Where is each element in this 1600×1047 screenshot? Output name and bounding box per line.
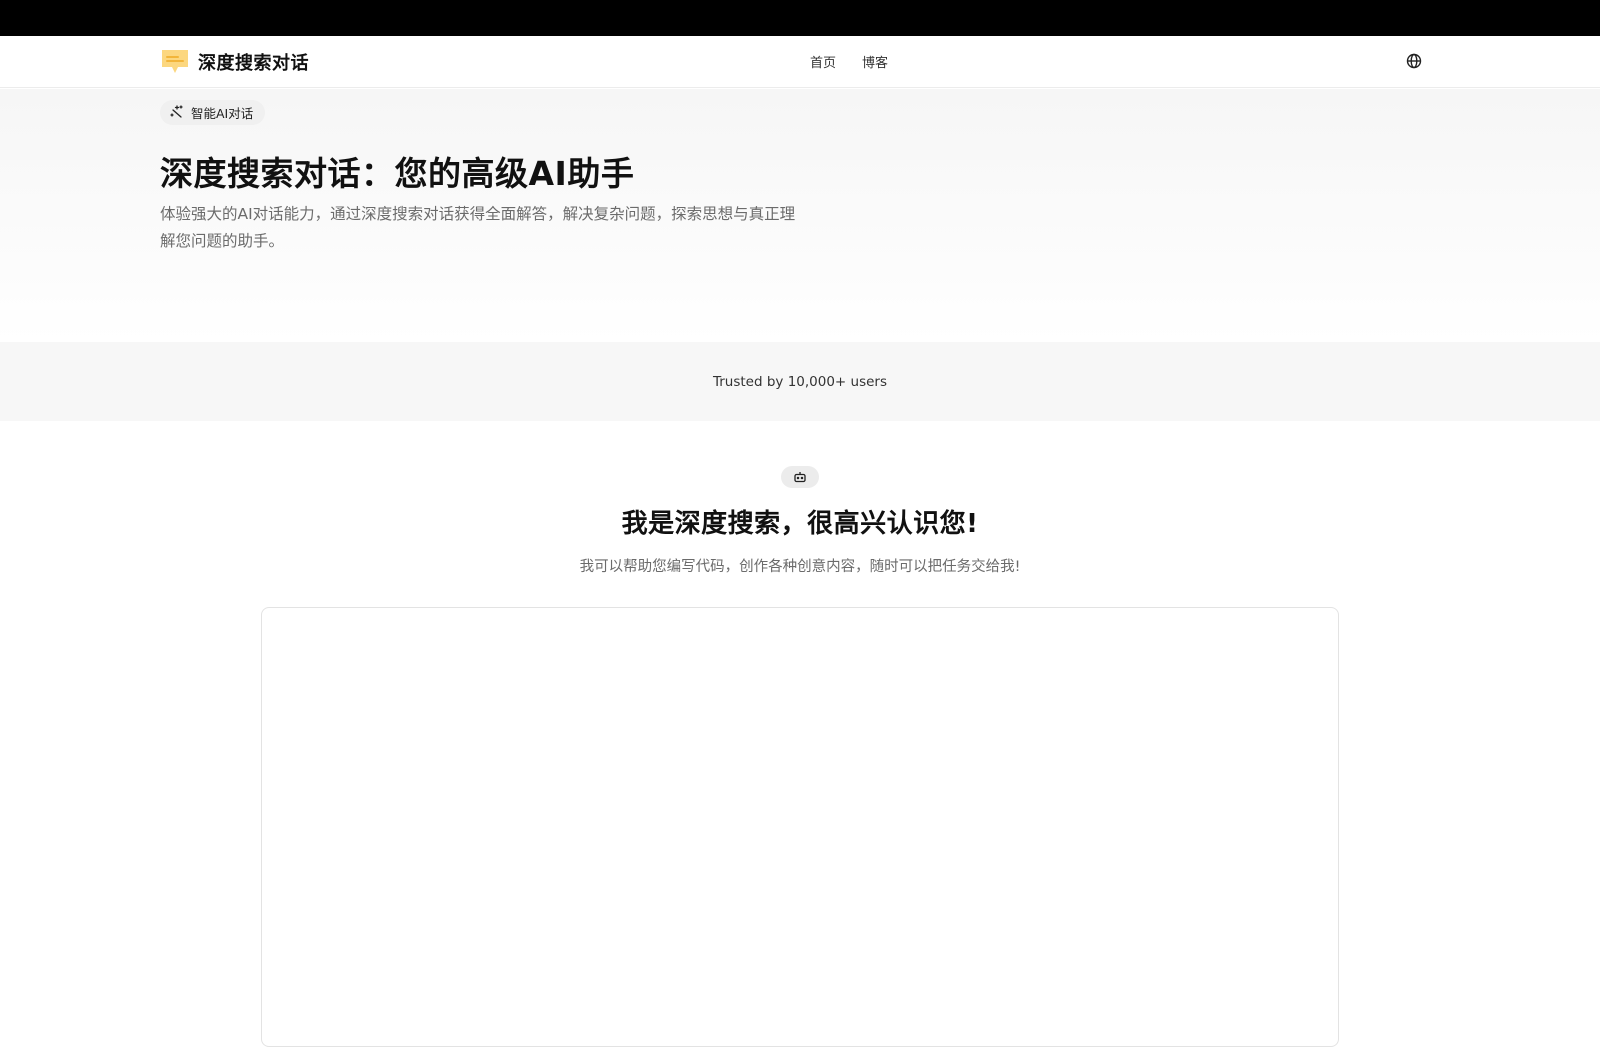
main-nav: 首页 博客: [810, 52, 888, 71]
site-logo[interactable]: 深度搜索对话: [160, 48, 309, 76]
page-title: 深度搜索对话：您的高级AI助手: [160, 154, 635, 193]
sparkles-icon: [170, 103, 184, 122]
trusted-text: Trusted by 10,000+ users: [712, 373, 888, 390]
welcome-subtitle: 我可以帮助您编写代码，创作各种创意内容，随时可以把任务交给我!: [579, 559, 1021, 575]
nav-link-blog[interactable]: 博客: [862, 52, 888, 71]
hero-description: 体验强大的AI对话能力，通过深度搜索对话获得全面解答，解决复杂问题，探索思想与真…: [160, 205, 796, 250]
globe-icon[interactable]: [1405, 52, 1423, 70]
feature-badge: 智能AI对话: [160, 100, 266, 125]
bot-icon: [781, 466, 819, 488]
site-header: 深度搜索对话 首页 博客: [0, 36, 1600, 88]
chat-bubble-icon: [160, 48, 190, 76]
chat-panel[interactable]: [261, 607, 1339, 1047]
welcome-title: 我是深度搜索，很高兴认识您!: [621, 509, 979, 539]
window-top-bar: [0, 0, 1600, 36]
badge-label: 智能AI对话: [191, 106, 254, 121]
site-name: 深度搜索对话: [198, 53, 309, 74]
trusted-banner: Trusted by 10,000+ users: [0, 342, 1600, 421]
hero-section: 智能AI对话 深度搜索对话：您的高级AI助手 体验强大的AI对话能力，通过深度搜…: [0, 89, 1600, 342]
nav-link-home[interactable]: 首页: [810, 52, 836, 71]
